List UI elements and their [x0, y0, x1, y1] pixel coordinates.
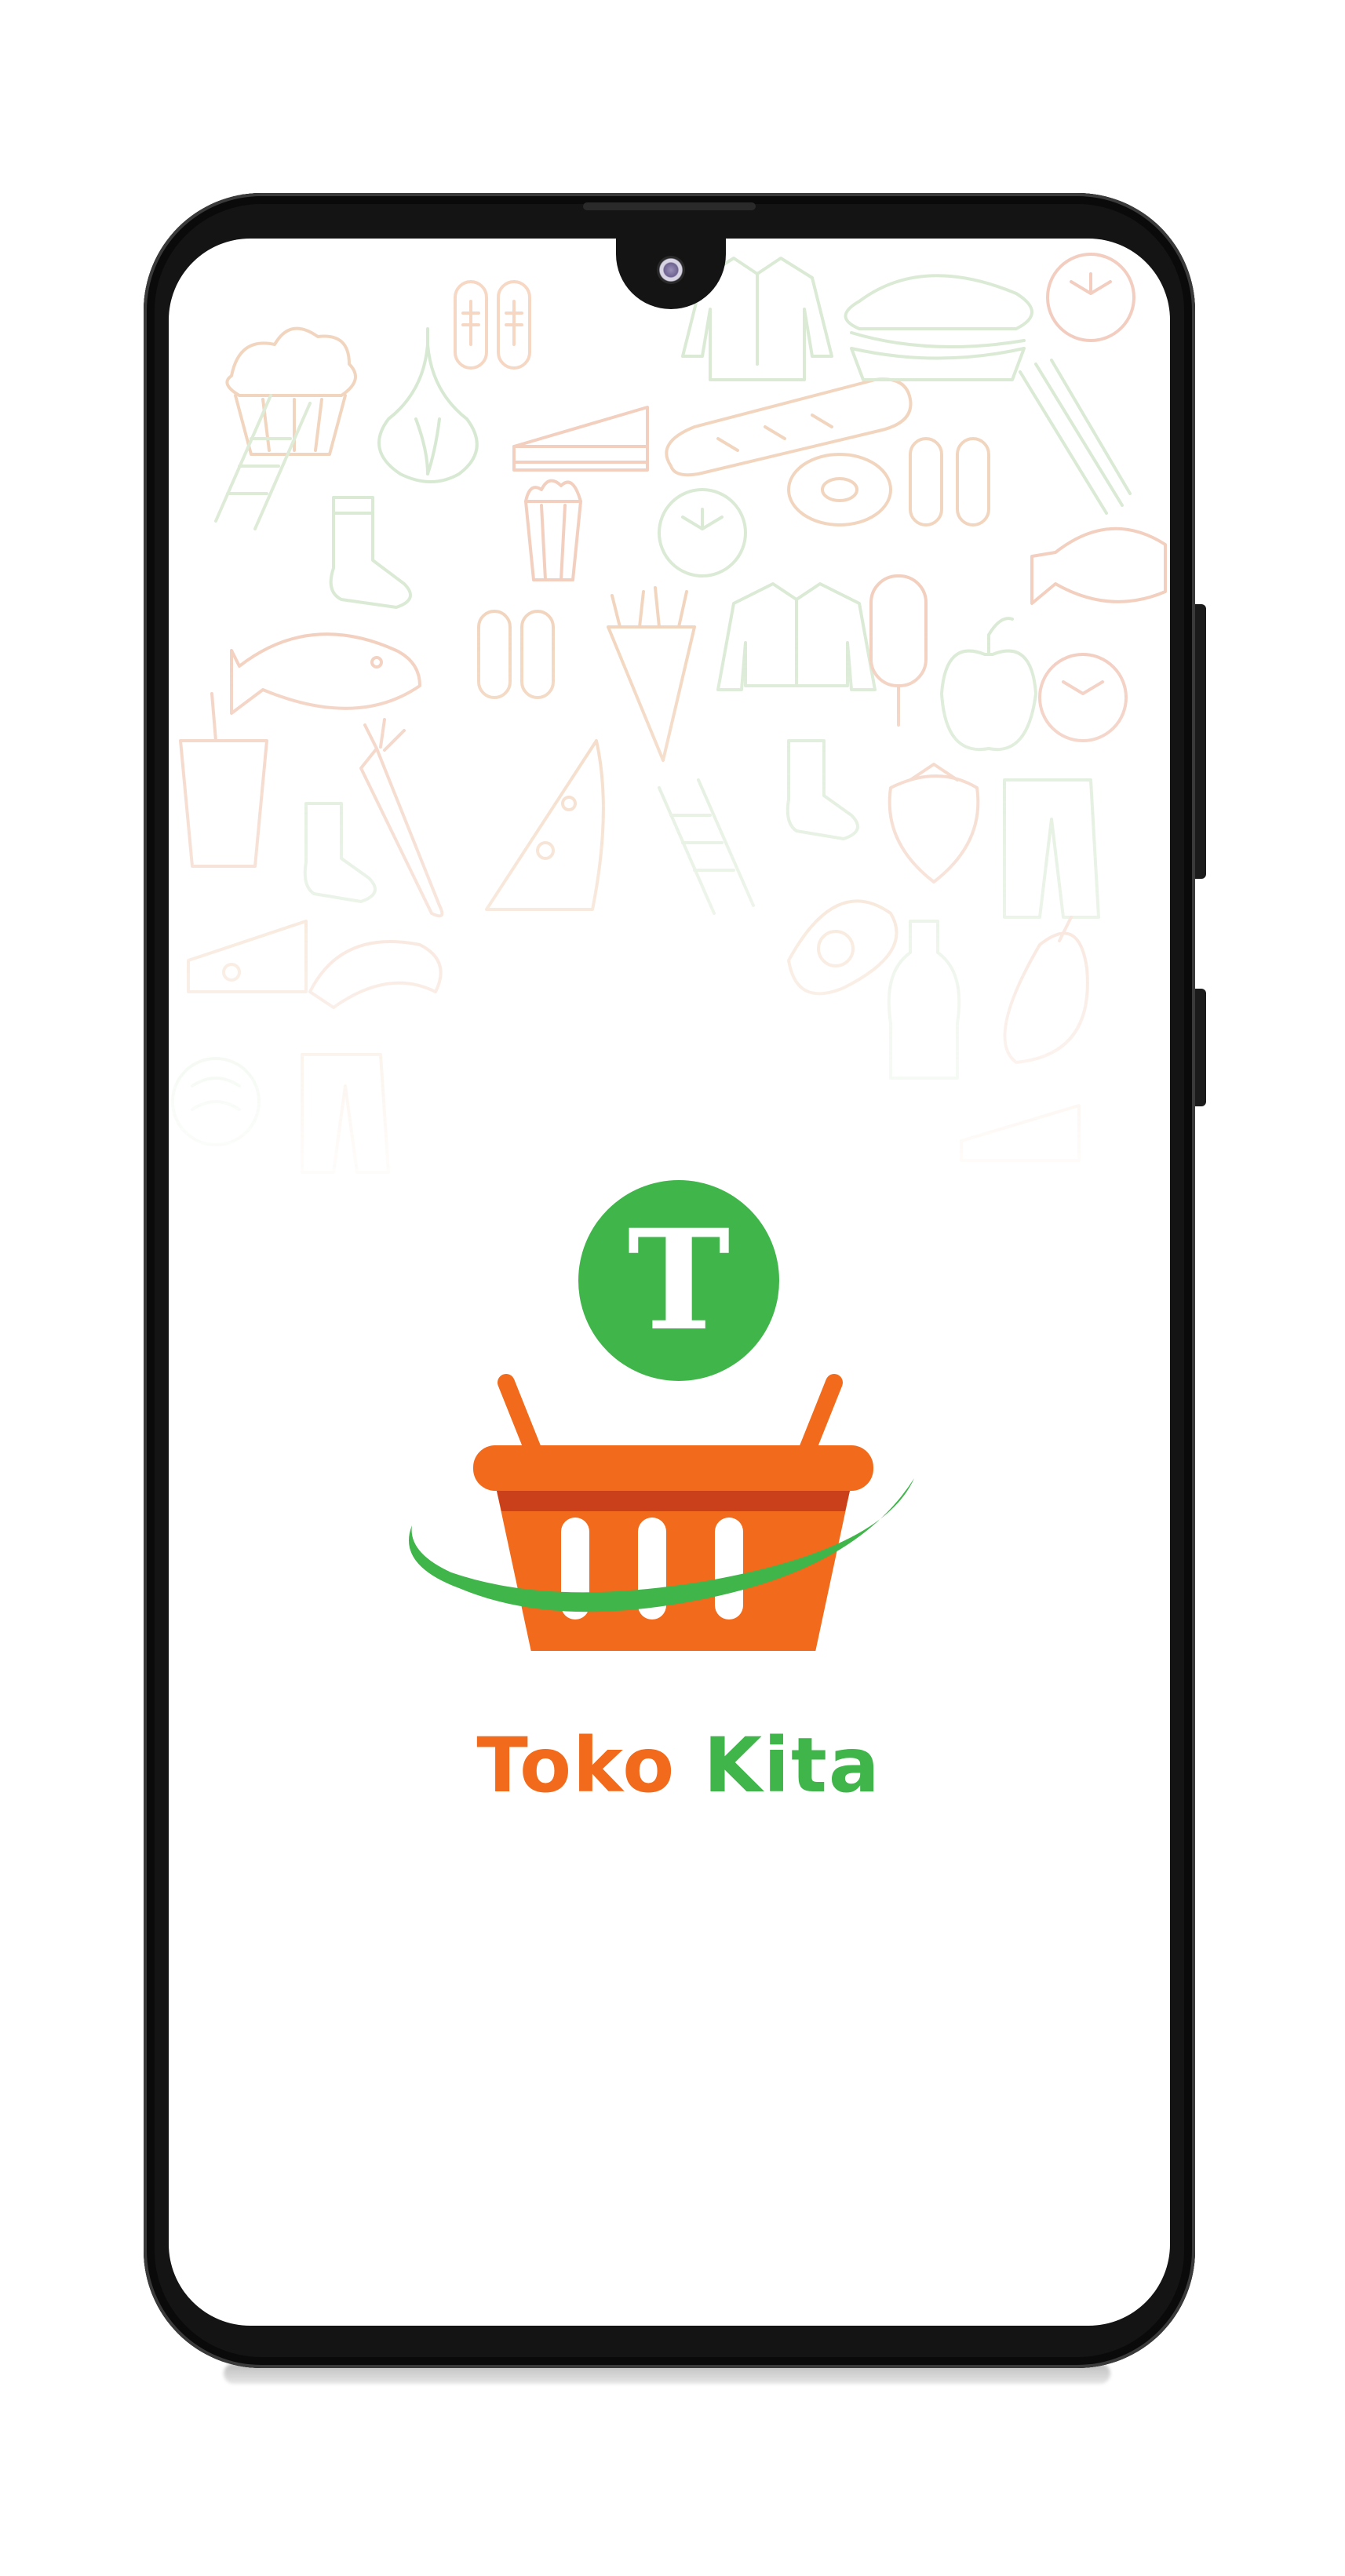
splash-screen: T Toko Kita	[169, 239, 1170, 2326]
tomato-icon	[658, 488, 747, 578]
eggplant-icon	[1003, 916, 1089, 1064]
bottle-icon	[887, 920, 961, 1080]
brand-name: Toko Kita	[404, 1722, 953, 1809]
sock-icon	[785, 739, 859, 840]
cake-slice-icon	[512, 406, 649, 472]
cabbage-icon	[171, 1057, 261, 1146]
sock-icon	[303, 802, 377, 903]
tomato-icon	[1038, 653, 1128, 742]
sandwich-icon	[844, 274, 1033, 381]
pants-icon	[1003, 778, 1100, 919]
logo-letter: T	[627, 1199, 731, 1361]
pants-icon	[301, 1053, 390, 1174]
app-logo: T Toko Kita	[404, 1180, 953, 1809]
muffin-icon	[225, 326, 357, 456]
device-mockup: T Toko Kita	[0, 0, 1345, 2576]
shoe-icon	[454, 280, 531, 370]
fish-icon	[230, 632, 421, 715]
power-button	[1195, 989, 1206, 1106]
brand-name-part-1: Toko	[476, 1722, 676, 1809]
volume-button	[1195, 604, 1206, 879]
fries-icon	[607, 586, 696, 762]
shoe-icon	[477, 610, 555, 699]
logo-letter-badge: T	[404, 1180, 953, 1381]
ice-pop-icon	[869, 574, 928, 727]
sock-icon	[329, 496, 412, 609]
drink-icon	[179, 692, 268, 868]
asparagus-icon	[1019, 359, 1132, 515]
cake-slice-icon	[960, 1104, 1081, 1162]
cheese-icon	[187, 920, 308, 993]
background-doodle-pattern	[171, 253, 1167, 1174]
avocado-icon	[787, 899, 898, 996]
croissant-icon	[308, 940, 443, 1009]
shoe-icon	[909, 437, 990, 526]
apple-icon	[940, 617, 1037, 752]
front-camera-icon	[657, 256, 685, 284]
pizza-icon	[485, 739, 605, 911]
tomato-icon	[1046, 253, 1135, 342]
bread-icon	[665, 377, 913, 477]
jacket-icon	[716, 582, 877, 691]
brand-name-part-2: Kita	[703, 1722, 881, 1809]
donut-icon	[787, 453, 892, 526]
garlic-icon	[377, 327, 479, 483]
fish-icon	[1030, 526, 1167, 605]
strawberry-icon	[888, 763, 980, 884]
phone-frame: T Toko Kita	[144, 193, 1195, 2368]
popcorn-icon	[524, 479, 582, 581]
shelf-icon	[658, 778, 755, 915]
earpiece-speaker	[583, 202, 756, 210]
